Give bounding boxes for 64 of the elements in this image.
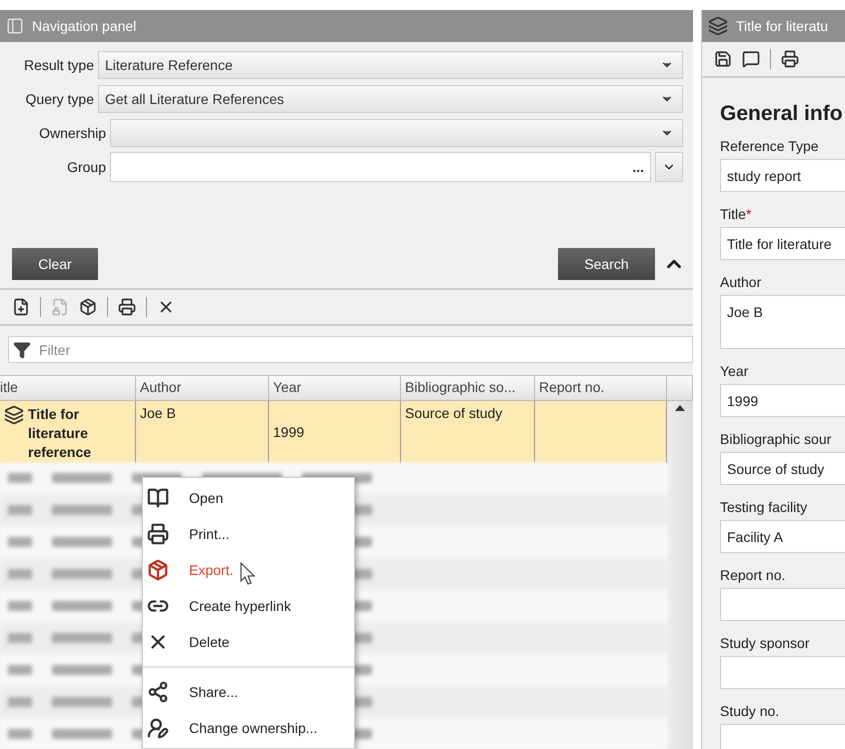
field-label: Study sponsor	[720, 635, 810, 653]
input-field[interactable]: Source of study	[720, 452, 845, 485]
field-label: Ownership	[38, 125, 106, 141]
column-header[interactable]: itle	[0, 376, 136, 401]
input-field[interactable]: Title for literature	[720, 227, 845, 260]
field-label: Author	[720, 274, 762, 292]
menu-item[interactable]: Create hyperlink	[143, 588, 354, 624]
save-icon[interactable]	[714, 50, 732, 68]
dropdown[interactable]: Get all Literature References	[98, 85, 683, 113]
column-header[interactable]: Author	[136, 376, 269, 401]
menu-item[interactable]: Share...	[143, 674, 354, 710]
input-field[interactable]: study report	[720, 159, 845, 192]
cube-icon[interactable]	[79, 298, 97, 316]
table-cell: Joe B	[136, 401, 269, 463]
panel-title: Title for literatu	[736, 18, 828, 34]
input-field[interactable]: Facility A	[720, 520, 845, 553]
scrollbar[interactable]	[667, 401, 693, 749]
menu-item[interactable]: Delete	[143, 624, 354, 660]
mouse-cursor-icon	[240, 562, 256, 586]
menu-item[interactable]: Print...	[143, 516, 354, 552]
cube-icon	[147, 559, 169, 581]
stack-icon	[708, 16, 728, 36]
scroll-up-icon[interactable]	[675, 405, 685, 411]
column-header[interactable]: Year	[269, 376, 401, 401]
field-label: Reference Type	[720, 138, 819, 156]
printer-icon[interactable]	[118, 298, 136, 316]
input-field[interactable]: ...	[110, 152, 651, 182]
input-field[interactable]: 1999	[720, 384, 845, 417]
new-document-icon[interactable]	[12, 298, 30, 316]
field-label: Group	[66, 159, 106, 175]
book-icon	[147, 487, 169, 509]
input-field[interactable]: Joe B	[720, 295, 845, 349]
column-header[interactable]: Report no.	[535, 376, 667, 401]
section-heading: General info	[720, 102, 844, 126]
field-label: Result type	[22, 57, 94, 73]
panel-icon	[6, 17, 24, 35]
menu-item[interactable]: Open	[143, 480, 354, 516]
table-cell: 1999	[269, 401, 401, 463]
user-icon	[147, 717, 169, 739]
input-field[interactable]	[720, 588, 845, 621]
menu-item[interactable]: Export.	[143, 552, 354, 588]
field-label: Testing facility	[720, 499, 808, 517]
input-field[interactable]	[720, 656, 845, 689]
field-label: Bibliographic sour	[720, 431, 832, 449]
printer-icon	[147, 523, 169, 545]
stack-icon	[4, 405, 24, 425]
field-label: Year	[720, 363, 748, 381]
printer-icon[interactable]	[781, 50, 799, 68]
field-label: Study no.	[720, 703, 780, 721]
filter-field[interactable]: Filter	[8, 336, 693, 363]
menu-item[interactable]: Change ownership...	[143, 710, 354, 746]
input-field[interactable]	[720, 724, 845, 749]
dropdown[interactable]: Literature Reference	[98, 51, 683, 79]
field-label: Query type	[24, 91, 94, 107]
filter-icon	[13, 340, 31, 359]
column-header[interactable]: Bibliographic so...	[401, 376, 535, 401]
share-icon	[147, 681, 169, 703]
search-button[interactable]: Search	[558, 248, 655, 280]
table-cell: Title for literature reference	[0, 401, 136, 463]
field-label: Report no.	[720, 567, 786, 585]
clear-button[interactable]: Clear	[12, 248, 98, 280]
panel-title: Navigation panel	[32, 18, 136, 34]
table-cell: Source of study	[401, 401, 535, 463]
field-label: Title*	[720, 206, 752, 224]
